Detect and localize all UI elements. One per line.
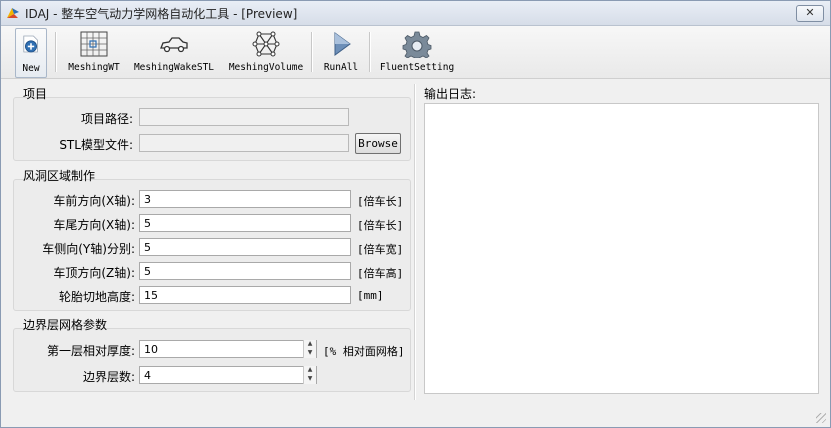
first-layer-thickness-input[interactable]: 10 bbox=[139, 340, 317, 358]
panel-splitter[interactable] bbox=[414, 84, 416, 400]
gear-icon bbox=[402, 31, 432, 58]
first-layer-thickness-unit: [% 相对面网格] bbox=[323, 345, 405, 358]
output-log-title: 输出日志: bbox=[424, 87, 477, 101]
output-log-area[interactable] bbox=[424, 103, 819, 394]
browse-button[interactable]: Browse bbox=[355, 133, 401, 154]
front-direction-input[interactable]: 3 bbox=[139, 190, 351, 208]
rear-direction-input[interactable]: 5 bbox=[139, 214, 351, 232]
title-bar: IDAJ - 整车空气动力学网格自动化工具 - [Preview] ✕ bbox=[1, 1, 830, 26]
toolbar-separator bbox=[55, 32, 57, 72]
main-window: IDAJ - 整车空气动力学网格自动化工具 - [Preview] ✕ New … bbox=[0, 0, 831, 428]
rear-direction-label: 车尾方向(X轴): bbox=[53, 218, 135, 232]
tire-cut-height-unit: [mm] bbox=[357, 289, 384, 302]
fluent-setting-button[interactable]: FluentSetting bbox=[377, 28, 457, 76]
layer-count-spinner[interactable]: ▲ ▼ bbox=[303, 366, 316, 384]
first-layer-thickness-label: 第一层相对厚度: bbox=[46, 344, 135, 358]
tire-cut-height-input[interactable]: 15 bbox=[139, 286, 351, 304]
stl-file-label: STL模型文件: bbox=[59, 138, 133, 152]
project-path-label: 项目路径: bbox=[80, 112, 133, 126]
side-direction-input[interactable]: 5 bbox=[139, 238, 351, 256]
window-title: IDAJ - 整车空气动力学网格自动化工具 - [Preview] bbox=[25, 7, 298, 21]
project-path-field[interactable] bbox=[139, 108, 349, 126]
new-label: New bbox=[22, 63, 40, 74]
idaj-logo-icon bbox=[7, 8, 19, 18]
meshing-volume-label: MeshingVolume bbox=[228, 62, 304, 73]
rear-direction-unit: [倍车长] bbox=[357, 219, 404, 232]
spin-up-icon[interactable]: ▲ bbox=[304, 366, 316, 374]
boundary-layer-group-title: 边界层网格参数 bbox=[23, 318, 108, 332]
stl-file-field[interactable] bbox=[139, 134, 349, 152]
new-button[interactable]: New bbox=[15, 28, 47, 78]
volume-mesh-icon bbox=[252, 31, 280, 57]
meshing-wake-stl-button[interactable]: MeshingWakeSTL bbox=[131, 28, 217, 76]
project-group-title: 项目 bbox=[23, 87, 48, 101]
layer-count-input[interactable]: 4 bbox=[139, 366, 317, 384]
top-direction-label: 车顶方向(Z轴): bbox=[53, 266, 135, 280]
toolbar-separator bbox=[311, 32, 313, 72]
wind-tunnel-group-title: 风洞区域制作 bbox=[23, 169, 96, 183]
toolbar: New MeshingWT MeshingWakeSTL MeshingVolu… bbox=[1, 26, 830, 79]
close-button[interactable]: ✕ bbox=[796, 5, 824, 22]
spin-down-icon[interactable]: ▼ bbox=[304, 349, 316, 357]
meshing-wake-stl-label: MeshingWakeSTL bbox=[133, 62, 215, 73]
side-direction-label: 车侧向(Y轴)分别: bbox=[42, 242, 135, 256]
grid-mesh-icon bbox=[80, 31, 108, 57]
meshing-wt-button[interactable]: MeshingWT bbox=[63, 28, 125, 76]
tire-cut-height-label: 轮胎切地高度: bbox=[58, 290, 135, 304]
meshing-wt-label: MeshingWT bbox=[68, 62, 120, 73]
top-direction-input[interactable]: 5 bbox=[139, 262, 351, 280]
top-direction-unit: [倍车高] bbox=[357, 267, 404, 280]
resize-grip-icon[interactable] bbox=[816, 413, 826, 423]
front-direction-unit: [倍车长] bbox=[357, 195, 404, 208]
side-direction-unit: [倍车宽] bbox=[357, 243, 404, 256]
toolbar-separator bbox=[369, 32, 371, 72]
layer-count-label: 边界层数: bbox=[82, 370, 135, 384]
car-icon bbox=[160, 37, 188, 53]
spin-up-icon[interactable]: ▲ bbox=[304, 340, 316, 348]
meshing-volume-button[interactable]: MeshingVolume bbox=[227, 28, 305, 76]
first-layer-thickness-spinner[interactable]: ▲ ▼ bbox=[303, 340, 316, 358]
run-all-label: RunAll bbox=[323, 62, 359, 73]
play-triangle-icon bbox=[334, 32, 351, 56]
run-all-button[interactable]: RunAll bbox=[319, 28, 363, 76]
fluent-setting-label: FluentSetting bbox=[379, 62, 455, 73]
spin-down-icon[interactable]: ▼ bbox=[304, 375, 316, 383]
new-document-icon bbox=[23, 35, 38, 53]
front-direction-label: 车前方向(X轴): bbox=[53, 194, 135, 208]
